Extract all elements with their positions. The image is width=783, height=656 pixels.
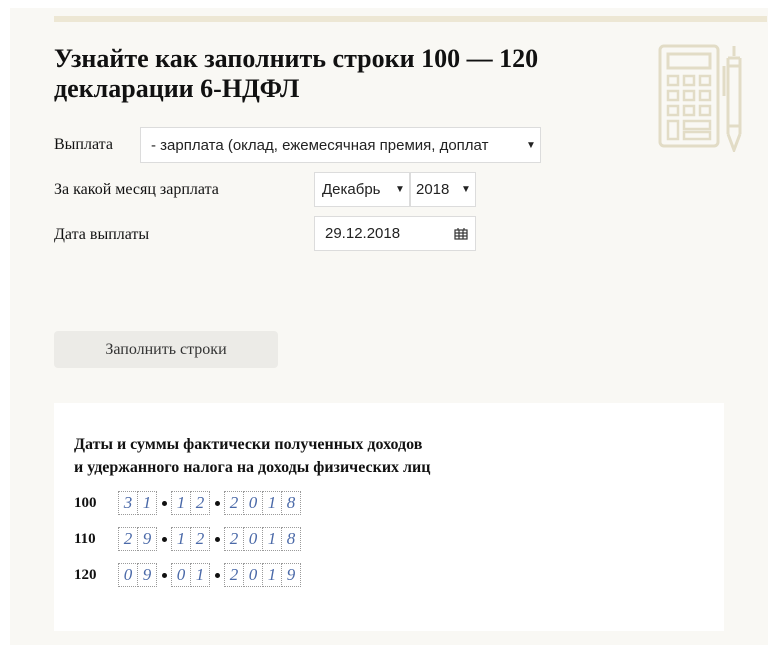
month-label: За какой месяц зарплата: [54, 181, 219, 198]
chevron-down-icon: ▼: [395, 184, 405, 195]
date-separator-dot: [210, 572, 224, 578]
month-cells: 12: [171, 527, 210, 551]
result-title: Даты и суммы фактически полученных доход…: [74, 433, 430, 479]
date-separator-dot: [157, 536, 171, 542]
line-code: 100: [74, 494, 97, 511]
result-title-line1: Даты и суммы фактически полученных доход…: [74, 436, 423, 453]
month-select[interactable]: Декабрь ▼: [314, 172, 410, 207]
digit-cell: 9: [281, 563, 301, 587]
year-value: 2018: [416, 181, 450, 198]
digit-cell: 2: [224, 527, 244, 551]
day-cells: 09: [118, 563, 157, 587]
digit-cell: 1: [171, 527, 191, 551]
digit-cell: 9: [137, 527, 157, 551]
digit-cell: 0: [171, 563, 191, 587]
line-110-row: 110 2 9 1 2 2 0 1 8: [74, 527, 301, 551]
year-cells: 2018: [224, 527, 301, 551]
month-cells: 12: [171, 491, 210, 515]
date-separator-dot: [157, 500, 171, 506]
payment-type-value: - зарплата (оклад, ежемесячная премия, д…: [151, 136, 489, 154]
result-card: Даты и суммы фактически полученных доход…: [54, 403, 724, 631]
date-separator-dot: [210, 500, 224, 506]
payment-date-input[interactable]: 29.12.2018: [314, 216, 476, 251]
digit-cell: 3: [118, 491, 138, 515]
year-select[interactable]: 2018 ▼: [410, 172, 476, 207]
digit-cell: 2: [190, 491, 210, 515]
digit-cell: 1: [262, 491, 282, 515]
chevron-down-icon: ▼: [526, 139, 536, 151]
payment-date-value: 29.12.2018: [325, 225, 401, 242]
month-value: Декабрь: [322, 181, 381, 198]
digit-cell: 2: [224, 563, 244, 587]
line-120-row: 120 0 9 0 1 2 0 1 9: [74, 563, 301, 587]
digit-cell: 1: [190, 563, 210, 587]
date-separator-dot: [210, 536, 224, 542]
digit-cell: 0: [118, 563, 138, 587]
line-code: 110: [74, 530, 96, 547]
payment-label: Выплата: [54, 136, 113, 153]
digit-cell: 0: [243, 527, 263, 551]
result-title-line2: и удержанного налога на доходы физически…: [74, 459, 431, 476]
year-cells: 2018: [224, 491, 301, 515]
page-title: Узнайте как заполнить строки 100 — 120 д…: [54, 44, 539, 103]
digit-cell: 0: [243, 563, 263, 587]
chevron-down-icon: ▼: [461, 184, 471, 195]
calendar-icon[interactable]: [447, 227, 475, 240]
calculator-pen-icon: [658, 44, 758, 157]
line-100-row: 100 3 1 1 2 2 0 1 8: [74, 491, 301, 515]
digit-cell: 8: [281, 491, 301, 515]
digit-cell: 1: [171, 491, 191, 515]
digit-cell: 0: [243, 491, 263, 515]
line-code: 120: [74, 566, 97, 583]
month-cells: 01: [171, 563, 210, 587]
top-accent-bar: [54, 16, 767, 22]
digit-cell: 8: [281, 527, 301, 551]
day-cells: 31: [118, 491, 157, 515]
digit-cell: 9: [137, 563, 157, 587]
calculator-panel: Узнайте как заполнить строки 100 — 120 д…: [10, 8, 768, 645]
date-label: Дата выплаты: [54, 226, 150, 243]
fill-lines-button[interactable]: Заполнить строки: [54, 331, 278, 368]
digit-cell: 1: [137, 491, 157, 515]
day-cells: 29: [118, 527, 157, 551]
digit-cell: 1: [262, 527, 282, 551]
payment-type-select[interactable]: - зарплата (оклад, ежемесячная премия, д…: [140, 127, 541, 163]
digit-cell: 1: [262, 563, 282, 587]
digit-cell: 2: [118, 527, 138, 551]
year-cells: 2019: [224, 563, 301, 587]
date-separator-dot: [157, 572, 171, 578]
digit-cell: 2: [224, 491, 244, 515]
digit-cell: 2: [190, 527, 210, 551]
